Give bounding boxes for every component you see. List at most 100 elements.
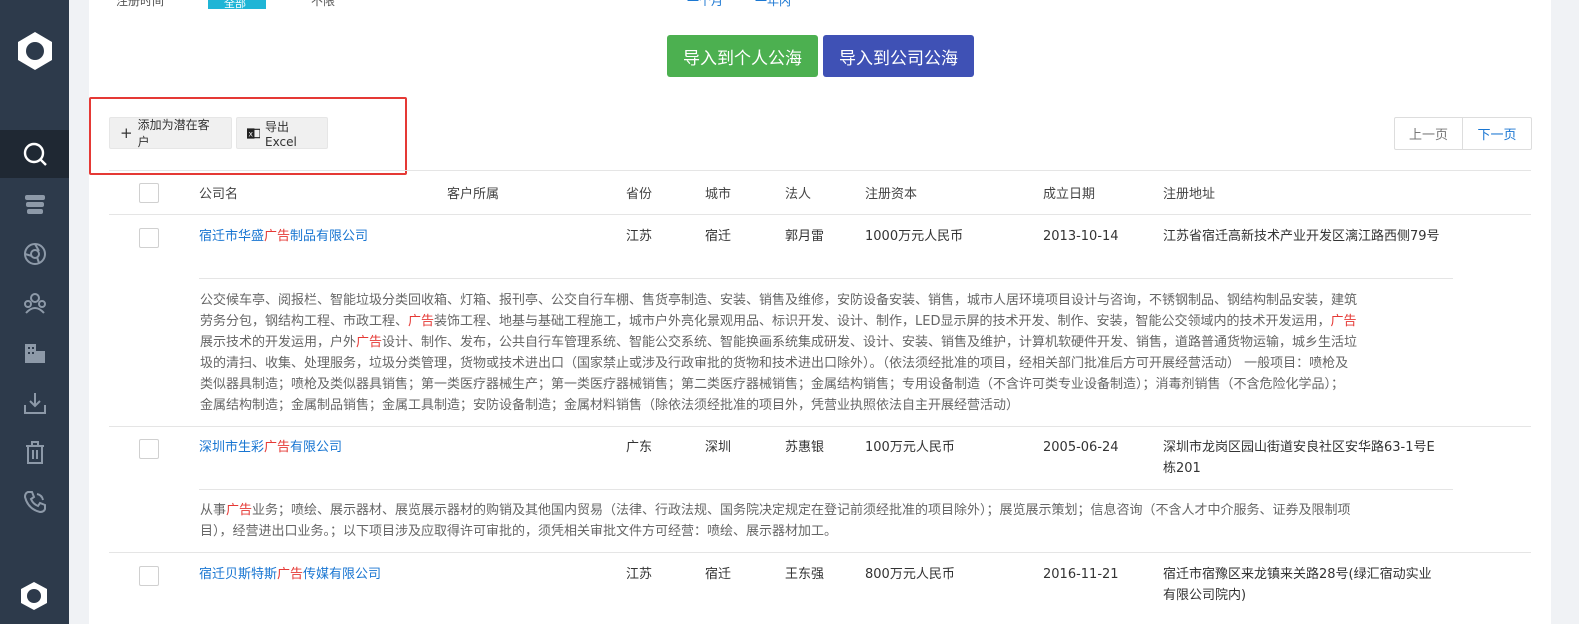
cell-province: 江苏: [626, 567, 653, 582]
filter-option[interactable]: 一个月: [687, 0, 723, 9]
main-panel: 注册时间 全部 不限 一个月 一年内 导入到个人公海 导入到公司公海 + 添加为…: [89, 0, 1551, 624]
column-header: 注册资本: [865, 187, 918, 202]
nav-group[interactable]: [0, 279, 69, 327]
scope-text: 装饰工程、地基与基础工程施工，城市户外亮化景观用品、标识开发、设计、制作，LED…: [434, 314, 1331, 329]
scope-text: 展示技术的开发运用，户外: [200, 335, 357, 350]
business-scope: 从事广告业务；喷绘、展示器材、展览展示器材的购销及其他国内贸易（法律、行政法规、…: [200, 500, 1445, 542]
row-divider: [109, 214, 1531, 215]
cell-capital: 100万元人民币: [865, 440, 955, 455]
download-icon: [23, 393, 46, 414]
scrollbar[interactable]: [1551, 0, 1579, 624]
nav-search[interactable]: [0, 130, 69, 178]
add-label: 添加为潜在客户: [137, 118, 210, 149]
scope-text: 目），经营进出口业务。；以下项目涉及应取得许可审批的，须凭相关审批文件方可经营：…: [200, 524, 838, 539]
company-name-link[interactable]: 宿迁市华盛广告制品有限公司: [199, 226, 429, 247]
cell-province: 江苏: [626, 229, 653, 244]
column-header: 法人: [785, 187, 812, 202]
search-icon: [23, 142, 47, 166]
company-name[interactable]: 深圳市生彩广告有限公司: [199, 440, 342, 455]
company-name[interactable]: 宿迁市华盛广告制品有限公司: [199, 229, 368, 244]
add-potential-customer-button[interactable]: + 添加为潜在客户: [109, 117, 232, 149]
filter-chip-active[interactable]: 全部: [208, 0, 266, 10]
business-scope-line: 金属结构制造；金属制品销售；金属工具制造；安防设备制造；金属材料销售（除依法须经…: [200, 395, 1445, 416]
import-personal-button[interactable]: 导入到个人公海: [667, 35, 818, 77]
column-header: 公司名: [199, 187, 239, 202]
business-scope-line: 从事广告业务；喷绘、展示器材、展览展示器材的购销及其他国内贸易（法律、行政法规、…: [200, 500, 1445, 521]
keyword-highlight: 广告: [277, 567, 304, 582]
cell-province: 广东: [626, 440, 653, 455]
sidebar: [0, 0, 69, 624]
row-divider: [109, 426, 1531, 427]
cell-city: 宿迁: [705, 229, 732, 244]
scope-text: 劳务分包，钢结构工程、市政工程、: [200, 314, 409, 329]
scope-text: 从事: [200, 503, 227, 518]
row-divider: [109, 552, 1531, 553]
phone-icon: [23, 491, 46, 514]
scope-text: 公交候车亭、阅报栏、智能垃圾分类回收箱、灯箱、报刊亭、公交自行车棚、售货亭制造、…: [200, 293, 1358, 308]
row-checkbox[interactable]: [139, 439, 159, 459]
column-header: 省份: [626, 187, 653, 202]
filter-option[interactable]: 一年内: [755, 0, 791, 9]
column-header: 客户所属: [447, 187, 500, 202]
plus-icon: +: [120, 123, 133, 142]
building-icon: [24, 344, 45, 363]
business-scope-line: 目），经营进出口业务。；以下项目涉及应取得许可审批的，须凭相关审批文件方可经营：…: [200, 521, 1445, 542]
select-all-checkbox[interactable]: [139, 183, 159, 203]
cell-city: 深圳: [705, 440, 732, 455]
keyword-highlight: 广告: [356, 335, 383, 350]
scope-text: 类似器具制造；喷枪及类似器具销售；第一类医疗器械生产；第一类医疗器械销售；第二类…: [200, 377, 1345, 392]
keyword-highlight: 广告: [408, 314, 435, 329]
nav-aperture[interactable]: [0, 230, 69, 278]
filter-label: 注册时间: [116, 0, 165, 8]
row-checkbox[interactable]: [139, 228, 159, 248]
cell-address: 深圳市龙岗区园山街道安良社区安华路63-1号E栋201: [1163, 440, 1435, 476]
cell-city: 宿迁: [705, 567, 732, 582]
business-scope-line: 圾的清扫、收集、处理服务，垃圾分类管理，货物或技术进出口（国家禁止或涉及行政审批…: [200, 353, 1445, 374]
keyword-highlight: 广告: [264, 229, 291, 244]
export-label: 导出Excel: [265, 119, 297, 149]
company-name-part: 宿迁贝斯特斯: [199, 567, 278, 582]
trash-icon: [25, 441, 44, 464]
cell-date: 2013-10-14: [1043, 229, 1119, 244]
prev-page-button[interactable]: 上一页: [1395, 118, 1463, 149]
column-header: 注册地址: [1163, 187, 1216, 202]
company-name-link[interactable]: 深圳市生彩广告有限公司: [199, 437, 429, 458]
nav-building[interactable]: [0, 329, 69, 377]
company-name[interactable]: 宿迁贝斯特斯广告传媒有限公司: [199, 567, 381, 582]
cell-legal: 王东强: [785, 567, 825, 582]
export-excel-button[interactable]: X 导出Excel: [236, 117, 328, 149]
nav-phone[interactable]: [0, 478, 69, 526]
cell-date: 2005-06-24: [1043, 440, 1119, 455]
database-icon: [24, 195, 45, 214]
column-header: 成立日期: [1043, 187, 1096, 202]
import-company-button[interactable]: 导入到公司公海: [823, 35, 974, 77]
logo-icon[interactable]: [18, 580, 50, 612]
cell-legal: 苏惠银: [785, 440, 825, 455]
excel-icon: X: [247, 127, 261, 139]
scope-text: 业务；喷绘、展示器材、展览展示器材的购销及其他国内贸易（法律、行政法规、国务院决…: [252, 503, 1351, 518]
business-scope-line: 公交候车亭、阅报栏、智能垃圾分类回收箱、灯箱、报刊亭、公交自行车棚、售货亭制造、…: [200, 290, 1445, 311]
company-name-part: 有限公司: [290, 440, 343, 455]
scope-text: 设计、制作、发布，公共自行车管理系统、智能公交系统、智能换画系统集成研发、设计、…: [382, 335, 1358, 350]
nav-trash[interactable]: [0, 429, 69, 477]
keyword-highlight: 广告: [264, 440, 291, 455]
cell-address: 江苏省宿迁高新技术产业开发区漓江路西侧79号: [1163, 229, 1440, 244]
company-name-link[interactable]: 宿迁贝斯特斯广告传媒有限公司: [199, 564, 429, 585]
nav-download[interactable]: [0, 379, 69, 427]
business-scope-line: 劳务分包，钢结构工程、市政工程、广告装饰工程、地基与基础工程施工，城市户外亮化景…: [200, 311, 1445, 332]
keyword-highlight: 广告: [226, 503, 253, 518]
row-checkbox[interactable]: [139, 566, 159, 586]
cell-legal: 郭月雷: [785, 229, 825, 244]
cell-address: 宿迁市宿豫区来龙镇来关路28号(绿汇宿动实业有限公司院内): [1163, 567, 1432, 603]
cell-capital: 800万元人民币: [865, 567, 955, 582]
scope-text: 金属结构制造；金属制品销售；金属工具制造；安防设备制造；金属材料销售（除依法须经…: [200, 398, 1020, 413]
company-name-part: 制品有限公司: [290, 229, 369, 244]
row-divider: [109, 170, 1531, 171]
next-page-button[interactable]: 下一页: [1463, 118, 1531, 149]
logo-icon[interactable]: [14, 30, 56, 72]
filter-option[interactable]: 不限: [311, 0, 335, 9]
pager: 上一页 下一页: [1394, 117, 1532, 150]
nav-database[interactable]: [0, 180, 69, 228]
scope-text: 圾的清扫、收集、处理服务，垃圾分类管理，货物或技术进出口（国家禁止或涉及行政审批…: [200, 356, 1349, 371]
aperture-icon: [23, 243, 46, 265]
